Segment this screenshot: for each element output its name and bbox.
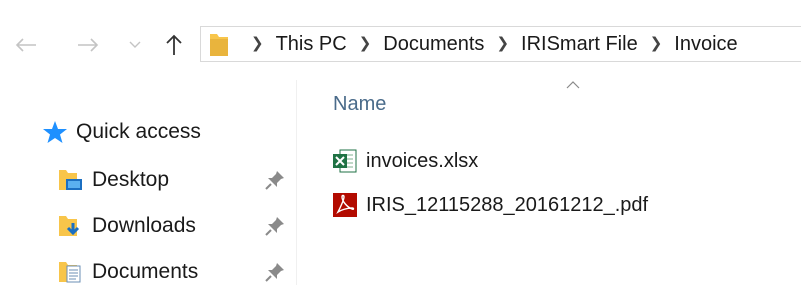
sidebar-item-label: Quick access [76,120,201,143]
navigation-bar: ❯ This PC ❯ Documents ❯ IRISmart File ❯ … [0,0,801,80]
sidebar-item-label: Desktop [92,168,170,191]
chevron-right-icon[interactable]: ❯ [359,34,372,52]
sidebar-item-downloads[interactable]: Downloads [58,214,196,238]
file-row-invoices-xlsx[interactable]: invoices.xlsx [332,148,478,174]
forward-button[interactable] [74,32,102,58]
breadcrumb-this-pc[interactable]: This PC [276,33,347,56]
chevron-right-icon[interactable]: ❯ [251,34,264,52]
breadcrumb-irismart-file[interactable]: IRISmart File [521,33,638,56]
file-name: IRIS_12115288_20161212_.pdf [366,193,649,216]
recent-locations-button[interactable] [126,36,144,54]
sidebar-item-documents[interactable]: Documents [58,260,198,284]
address-bar[interactable]: ❯ This PC ❯ Documents ❯ IRISmart File ❯ … [200,26,801,62]
file-list: Name invoices.xlsx IRIS_12115288_2016121… [300,80,801,285]
sidebar-item-label: Downloads [92,214,196,237]
folder-icon [209,31,229,57]
caret-up-icon [566,81,580,89]
star-icon [43,121,67,143]
pdf-file-icon [333,193,357,217]
pin-icon[interactable] [265,262,285,287]
arrow-right-icon [78,38,99,52]
file-name: invoices.xlsx [366,149,479,172]
downloads-folder-icon [59,216,80,236]
navigation-pane: Quick access Desktop Downloads Documents [0,80,296,285]
file-row-iris-pdf[interactable]: IRIS_12115288_20161212_.pdf [332,192,648,218]
sidebar-item-desktop[interactable]: Desktop [58,168,169,192]
up-button[interactable] [160,30,188,60]
arrow-left-icon [15,38,36,52]
excel-file-icon [333,149,357,173]
sidebar-item-quick-access[interactable]: Quick access [42,120,201,144]
pin-icon[interactable] [265,216,285,241]
chevron-down-icon [129,41,141,48]
breadcrumb-documents[interactable]: Documents [383,33,484,56]
documents-folder-icon [59,262,81,283]
desktop-folder-icon [59,170,82,190]
arrow-up-icon [166,34,182,55]
pane-divider[interactable] [296,80,297,285]
chevron-right-icon[interactable]: ❯ [650,34,663,52]
sidebar-item-label: Documents [92,260,199,283]
breadcrumb-invoice[interactable]: Invoice [674,33,737,56]
chevron-right-icon[interactable]: ❯ [496,34,509,52]
back-button[interactable] [12,32,40,58]
column-header-name[interactable]: Name [333,93,386,116]
pin-icon[interactable] [265,170,285,195]
